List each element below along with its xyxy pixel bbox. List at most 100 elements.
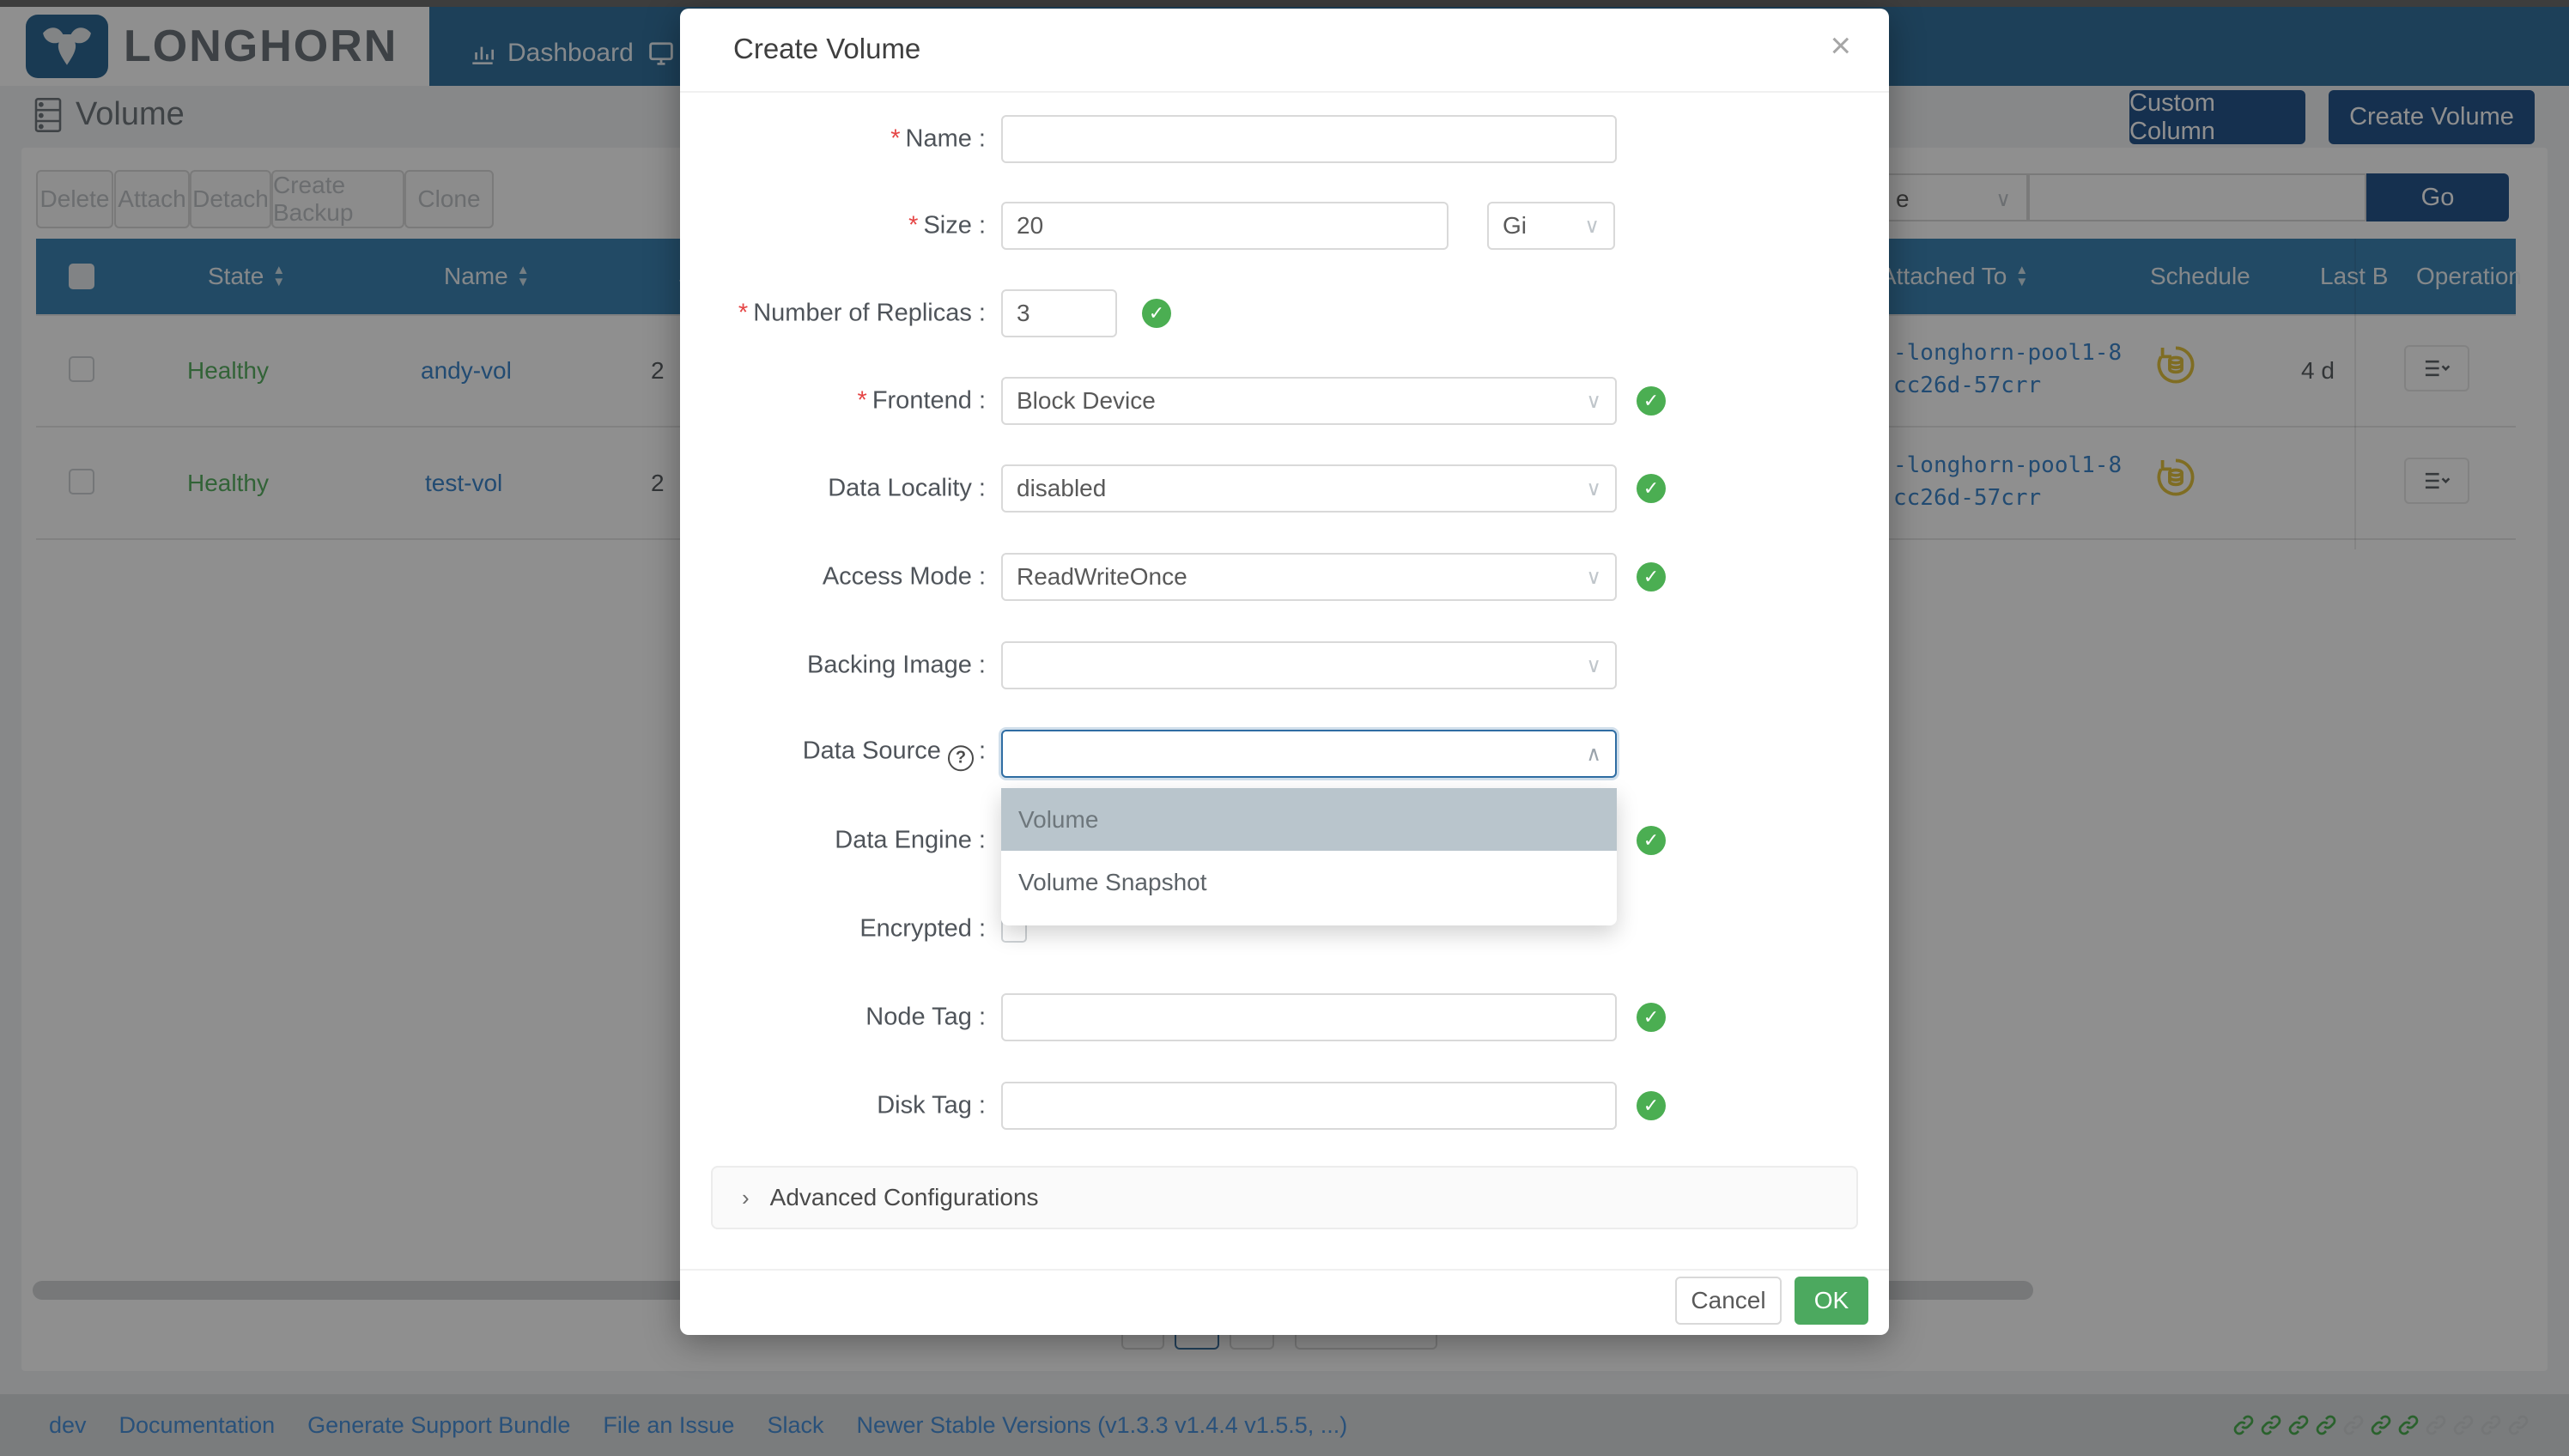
advanced-configurations-toggle[interactable]: › Advanced Configurations	[711, 1166, 1858, 1229]
advanced-configurations-label: Advanced Configurations	[770, 1184, 1039, 1211]
data-locality-select[interactable]: disabled ∨	[1001, 464, 1617, 513]
column-attached-to-label: Attached To	[1880, 263, 2007, 290]
attached-to-link[interactable]: -longhorn-pool1-8cc26d-57crr	[1893, 337, 2134, 402]
column-name-label: Name	[444, 263, 508, 290]
frontend-value: Block Device	[1017, 387, 1156, 415]
create-volume-label: Create Volume	[2349, 103, 2514, 131]
nav-dashboard[interactable]: Dashboard	[468, 14, 634, 93]
column-schedule-label: Schedule	[2150, 263, 2250, 290]
chain-link-icon	[2313, 1412, 2339, 1438]
required-asterisk: *	[738, 300, 748, 327]
footer: dev Documentation Generate Support Bundl…	[0, 1394, 2569, 1456]
size-unit-select[interactable]: Gi ∨	[1487, 202, 1615, 250]
window-top-strip	[0, 0, 2569, 7]
valid-check-icon: ✓	[1637, 826, 1666, 855]
chain-link-icon	[2505, 1412, 2531, 1438]
chevron-down-icon: ∨	[1584, 214, 1600, 239]
state-badge: Healthy	[187, 357, 269, 385]
chain-link-icon	[2423, 1412, 2449, 1438]
detach-label: Detach	[192, 185, 269, 213]
row-checkbox[interactable]	[69, 356, 94, 382]
node-tag-label: Node Tag :	[680, 1004, 986, 1032]
dropdown-option-volume-snapshot[interactable]: Volume Snapshot	[1001, 851, 1617, 913]
chevron-down-icon: ∨	[1995, 187, 2011, 212]
footer-link-versions[interactable]: Newer Stable Versions (v1.3.3 v1.4.4 v1.…	[856, 1412, 1347, 1439]
replicas-input[interactable]	[1001, 289, 1117, 337]
node-link-status-icons	[2231, 1394, 2531, 1456]
sort-icon[interactable]: ▲▼	[517, 264, 530, 288]
node-tag-select[interactable]	[1001, 993, 1617, 1041]
custom-column-button[interactable]: Custom Column	[2129, 90, 2305, 144]
field-data-source: Data Source?: ∧	[680, 730, 1889, 778]
size-cell: 2	[651, 357, 665, 385]
footer-link-support-bundle[interactable]: Generate Support Bundle	[307, 1412, 570, 1439]
name-input[interactable]	[1001, 115, 1617, 163]
help-icon[interactable]: ?	[948, 745, 974, 771]
attach-button[interactable]: Attach	[114, 170, 190, 228]
footer-link-slack[interactable]: Slack	[767, 1412, 823, 1439]
delete-button[interactable]: Delete	[36, 170, 113, 228]
size-cell: 2	[651, 470, 665, 497]
chain-link-icon	[2258, 1412, 2284, 1438]
volume-icon	[33, 97, 64, 133]
attach-label: Attach	[118, 185, 185, 213]
chevron-up-icon: ∧	[1586, 742, 1601, 767]
clone-button[interactable]: Clone	[404, 170, 494, 228]
detach-button[interactable]: Detach	[190, 170, 271, 228]
data-locality-value: disabled	[1017, 475, 1106, 502]
clone-label: Clone	[417, 185, 480, 213]
footer-links: dev Documentation Generate Support Bundl…	[49, 1412, 1347, 1439]
footer-link-documentation[interactable]: Documentation	[119, 1412, 276, 1439]
data-locality-label: Data Locality :	[680, 475, 986, 503]
data-source-select[interactable]: ∧	[1001, 730, 1617, 778]
data-engine-label: Data Engine :	[680, 827, 986, 855]
column-state[interactable]: State ▲▼	[208, 239, 285, 314]
recurring-schedule-icon	[2154, 456, 2197, 499]
required-asterisk: *	[908, 212, 918, 240]
disk-tag-select[interactable]	[1001, 1082, 1617, 1130]
column-operation-label: Operation	[2416, 263, 2522, 290]
cancel-button[interactable]: Cancel	[1675, 1277, 1782, 1325]
ok-button[interactable]: OK	[1795, 1277, 1868, 1325]
valid-check-icon: ✓	[1637, 1091, 1666, 1120]
create-volume-button[interactable]: Create Volume	[2329, 90, 2535, 144]
size-input[interactable]	[1001, 202, 1448, 250]
sort-icon[interactable]: ▲▼	[2015, 264, 2028, 288]
encrypted-label: Encrypted :	[680, 915, 986, 943]
cancel-label: Cancel	[1691, 1287, 1765, 1314]
replicas-label: Number of Replicas :	[753, 300, 986, 327]
access-mode-label: Access Mode :	[680, 563, 986, 592]
go-button[interactable]: Go	[2366, 173, 2509, 221]
footer-link-dev[interactable]: dev	[49, 1412, 87, 1439]
data-source-label: Data Source	[803, 737, 941, 764]
create-backup-button[interactable]: Create Backup	[271, 170, 404, 228]
operation-menu-button[interactable]	[2404, 458, 2469, 504]
filter-search-input[interactable]	[2028, 173, 2366, 221]
valid-check-icon: ✓	[1637, 562, 1666, 592]
column-name[interactable]: Name ▲▼	[444, 239, 530, 314]
footer-link-file-issue[interactable]: File an Issue	[603, 1412, 734, 1439]
valid-check-icon: ✓	[1637, 386, 1666, 416]
frontend-select[interactable]: Block Device ∨	[1001, 377, 1617, 425]
backing-image-select[interactable]: ∨	[1001, 641, 1617, 689]
chain-link-icon	[2286, 1412, 2311, 1438]
column-attached-to[interactable]: Attached To ▲▼	[1880, 239, 2028, 314]
close-icon[interactable]: ×	[1830, 27, 1851, 64]
volume-name-link[interactable]: test-vol	[425, 470, 502, 497]
operation-menu-button[interactable]	[2404, 345, 2469, 391]
field-data-locality: Data Locality : disabled ∨ ✓	[680, 464, 1889, 513]
nav-node[interactable]	[646, 14, 677, 93]
row-checkbox[interactable]	[69, 469, 94, 494]
access-mode-select[interactable]: ReadWriteOnce ∨	[1001, 553, 1617, 601]
brand[interactable]: LONGHORN	[0, 7, 429, 86]
select-all-checkbox[interactable]	[69, 239, 94, 314]
chain-link-icon	[2396, 1412, 2421, 1438]
sort-icon[interactable]: ▲▼	[272, 264, 285, 288]
recurring-schedule-icon	[2154, 343, 2197, 386]
attached-to-link[interactable]: -longhorn-pool1-8cc26d-57crr	[1893, 449, 2134, 514]
chain-link-icon	[2231, 1412, 2256, 1438]
last-backup-cell: 4 d	[2301, 357, 2351, 385]
dropdown-option-volume[interactable]: Volume	[1001, 788, 1617, 851]
volume-name-link[interactable]: andy-vol	[421, 357, 512, 385]
chevron-down-icon: ∨	[1586, 389, 1601, 414]
